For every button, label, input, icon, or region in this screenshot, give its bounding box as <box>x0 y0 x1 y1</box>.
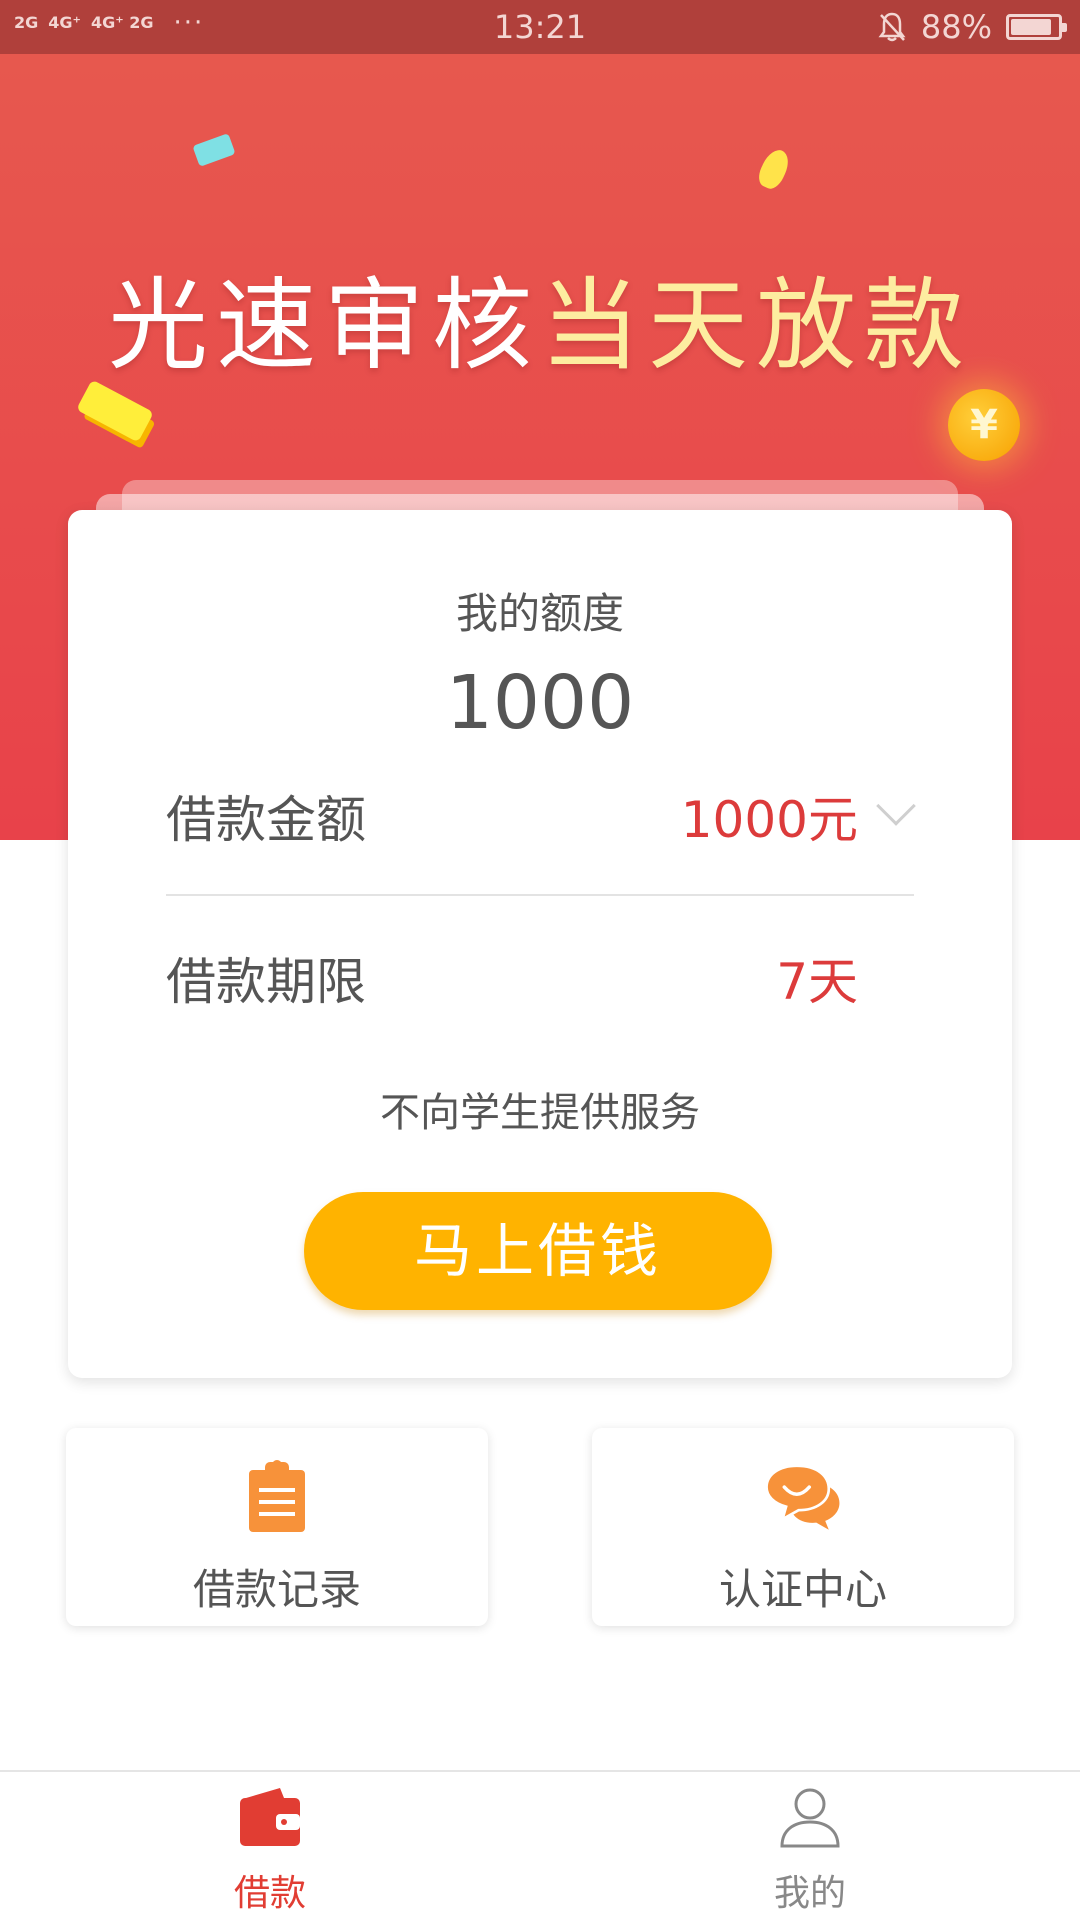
hero-title-part2: 当天放款 <box>540 267 972 384</box>
nav-item-loan[interactable]: 借款 <box>0 1772 540 1920</box>
status-right: 88% <box>877 8 1067 46</box>
battery-icon <box>1006 14 1067 40</box>
auth-center-tile[interactable]: 认证中心 <box>592 1428 1014 1626</box>
wallet-icon <box>240 1788 300 1846</box>
hero-title-part1: 光速审核 <box>108 267 540 384</box>
bell-muted-icon <box>878 12 906 42</box>
chat-bubble-icon <box>765 1464 840 1530</box>
confetti-decoration <box>192 133 236 167</box>
loan-term-label: 借款期限 <box>166 953 366 1011</box>
nav-item-mine[interactable]: 我的 <box>540 1772 1080 1920</box>
loan-card: 我的额度 1000 借款金额 1000元 借款期限 7天 不向学生提供服务 马上… <box>68 510 1012 1378</box>
status-bar: 2G 4G⁺ 4G⁺ 2G ··· 13:21 88% <box>0 0 1080 54</box>
divider <box>166 894 914 896</box>
battery-percent: 88% <box>920 8 992 46</box>
auth-center-label: 认证中心 <box>718 1565 887 1614</box>
confetti-decoration <box>754 145 794 193</box>
loan-amount-value: 1000元 <box>680 791 858 849</box>
coin-icon: ¥ <box>948 389 1020 461</box>
nav-mine-label: 我的 <box>773 1873 846 1914</box>
borrow-now-button[interactable]: 马上借钱 <box>304 1192 772 1310</box>
quota-label: 我的额度 <box>455 589 624 638</box>
chevron-down-icon[interactable] <box>876 786 916 826</box>
quota-value: 1000 <box>445 660 635 746</box>
bottom-nav: 借款 我的 <box>0 1770 1080 1920</box>
hero-title: 光速审核当天放款 <box>0 244 1080 389</box>
loan-term-value: 7天 <box>776 953 858 1011</box>
service-notice: 不向学生提供服务 <box>380 1090 700 1136</box>
loan-term-row: 借款期限 7天 <box>166 942 914 1032</box>
battery-level <box>1011 19 1051 35</box>
user-icon <box>780 1788 840 1848</box>
loan-amount-label: 借款金额 <box>166 791 366 849</box>
loan-records-label: 借款记录 <box>192 1565 361 1614</box>
nav-loan-label: 借款 <box>233 1873 306 1914</box>
clipboard-icon <box>249 1460 305 1532</box>
loan-amount-selector[interactable]: 借款金额 1000元 <box>166 780 916 870</box>
loan-records-tile[interactable]: 借款记录 <box>66 1428 488 1626</box>
